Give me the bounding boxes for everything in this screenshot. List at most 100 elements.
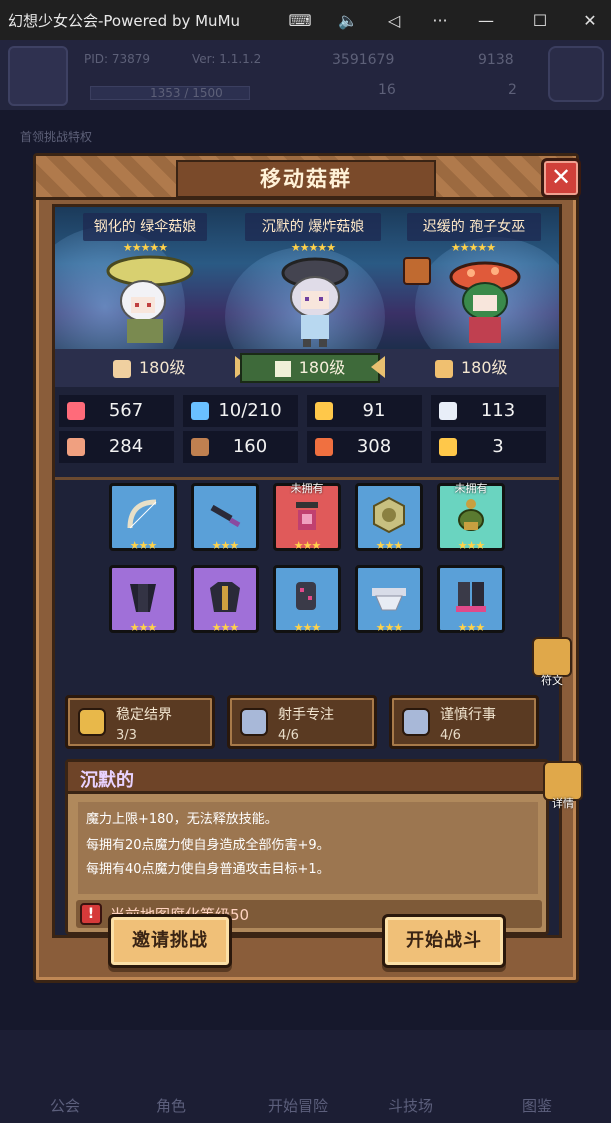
stat-hp: 567 [59,395,174,427]
trait-panel: 沉默的 魔力上限+180，无法释放技能。 每拥有20点魔力使自身造成全部伤害+9… [65,759,549,935]
hat-icon [130,584,156,612]
window-title: 幻想少女公会-Powered by MuMu [8,11,241,30]
horseshoe-icon [439,438,457,456]
trait-line-2: 每拥有20点魔力使自身造成全部伤害+9。 [86,838,330,853]
top-hud: PID: 73879 Ver: 1.1.1.2 3591679 9138 135… [0,40,611,110]
level-2: 180级 [240,353,380,383]
mushroom-girl-green-sprite[interactable] [105,253,195,349]
party-modal: 移动菇群 ✕ 钢化的 绿伞菇娘 ★★★★★ 沉默的 爆炸菇娘 ★★★★★ 迟缓的… [33,153,583,983]
stat-attack: 284 [59,431,174,463]
mushroom-girl-bomb-sprite[interactable] [275,257,355,349]
level-bar: 180级 180级 180级 [55,349,559,387]
equip-slot-belt[interactable]: ★★★ [355,565,423,634]
keyboard-icon[interactable]: ⌨ [282,0,318,40]
dagger-icon [210,504,241,528]
nav-guild[interactable]: 公会 [50,1095,80,1116]
set-badge-icon [78,708,106,736]
trait-line-1: 魔力上限+180，无法释放技能。 [86,812,278,827]
detail-label: 详情 [552,797,574,810]
count-b: 2 [508,82,517,98]
set-bonus-3[interactable]: 谨慎行事 4/6 [389,695,539,749]
stat-power: 308 [307,431,422,463]
pendant-icon [458,499,484,531]
char-stars-3: ★★★★★ [450,241,496,254]
equip-slot-boots[interactable]: ★★★ [437,565,505,634]
set-badge-icon [240,708,268,736]
spore-witch-sprite[interactable] [445,261,525,349]
arrow-right-icon[interactable] [371,356,385,378]
char-name-3: 迟缓的 孢子女巫 [407,213,541,241]
gold-count: 3591679 [332,52,395,68]
gem-count: 9138 [478,52,514,68]
avatar[interactable] [8,46,68,106]
boots-icon [456,582,486,612]
more-icon[interactable]: ··· [422,0,458,40]
back-icon[interactable]: ◁ [376,0,412,40]
stat-magic: 160 [183,431,298,463]
level-1: 180级 [113,355,186,381]
char-name-2: 沉默的 爆炸菇娘 [245,213,381,241]
warning-icon: ! [80,903,102,925]
char-stars-1: ★★★★★ [122,241,168,254]
nav-codex[interactable]: 图鉴 [522,1095,552,1116]
heart-icon [67,402,85,420]
stat-agility: 113 [431,395,546,427]
trait-line-3: 每拥有40点魔力使自身普通攻击目标+1。 [86,862,330,877]
shield-badge-icon [113,359,131,378]
equip-slot-hat[interactable]: ★★★ [109,565,177,634]
coat-icon [210,582,240,612]
char-stars-2: ★★★★★ [290,241,336,254]
wing-icon [439,402,457,420]
count-a: 16 [378,82,396,98]
stat-mana: 10/210 [183,395,298,427]
fist-icon [67,438,85,456]
coin-amulet-icon [373,496,405,534]
nav-adventure[interactable]: 开始冒险 [268,1095,328,1116]
nav-arena[interactable]: 斗技场 [388,1095,433,1116]
close-button[interactable]: ✕ [541,158,581,198]
modal-header: 移动菇群 [36,156,576,200]
invite-challenge-button[interactable]: 邀请挑战 [108,914,232,968]
modal-content: 钢化的 绿伞菇娘 ★★★★★ 沉默的 爆炸菇娘 ★★★★★ 迟缓的 孢子女巫 ★… [52,204,583,938]
settings-gear-icon[interactable] [548,46,604,102]
trait-description: 魔力上限+180，无法释放技能。 每拥有20点魔力使自身造成全部伤害+9。 每拥… [78,802,538,894]
equip-slot-necklace[interactable]: 未拥有 ★★★ [273,482,341,552]
window-titlebar: 幻想少女公会-Powered by MuMu ⌨ 🔈 ◁ ··· — ☐ ✕ [0,0,611,40]
necklace-icon [296,502,318,530]
belt-icon [372,588,406,611]
scroll-icon [315,438,333,456]
nav-character[interactable]: 角色 [156,1095,186,1116]
set-bonus-1[interactable]: 稳定结界 3/3 [65,695,215,749]
equip-slot-gauntlet[interactable]: ★★★ [273,565,341,634]
minimize-icon[interactable]: — [468,0,504,40]
set-badge-icon [402,708,430,736]
trait-header: 沉默的 [68,762,546,794]
chest-icon[interactable] [403,257,431,285]
book-icon [191,438,209,456]
rune-label: 符文 [541,674,563,687]
equip-slot-coat[interactable]: ★★★ [191,565,259,634]
equip-slot-pendant[interactable]: 未拥有 ★★★ [437,482,505,552]
level-3: 180级 [435,355,508,381]
shield-icon [315,402,333,420]
close-icon[interactable]: ✕ [572,0,608,40]
mana-drop-icon [191,402,209,420]
progress-text: 1353 / 1500 [150,86,223,100]
equip-slot-dagger[interactable]: ★★★ [191,483,259,552]
maximize-icon[interactable]: ☐ [522,0,558,40]
modal-title: 移动菇群 [176,160,436,198]
equip-slot-amulet[interactable]: ★★★ [355,483,423,552]
bow-icon [127,499,157,529]
set-bonus-2[interactable]: 射手专注 4/6 [227,695,377,749]
start-battle-button[interactable]: 开始战斗 [382,914,506,968]
stat-luck: 3 [431,431,546,463]
rune-refresh-icon[interactable] [532,637,572,677]
party-banner: 钢化的 绿伞菇娘 ★★★★★ 沉默的 爆炸菇娘 ★★★★★ 迟缓的 孢子女巫 ★… [55,207,559,349]
trait-name: 沉默的 [80,770,134,791]
volume-icon[interactable]: 🔈 [330,0,366,40]
side-label: 首领挑战特权 [20,130,93,144]
version-text: Ver: 1.1.1.2 [192,52,262,66]
stat-defense: 91 [307,395,422,427]
wand-badge-icon [435,359,453,378]
equip-slot-bow[interactable]: ★★★ [109,483,177,552]
